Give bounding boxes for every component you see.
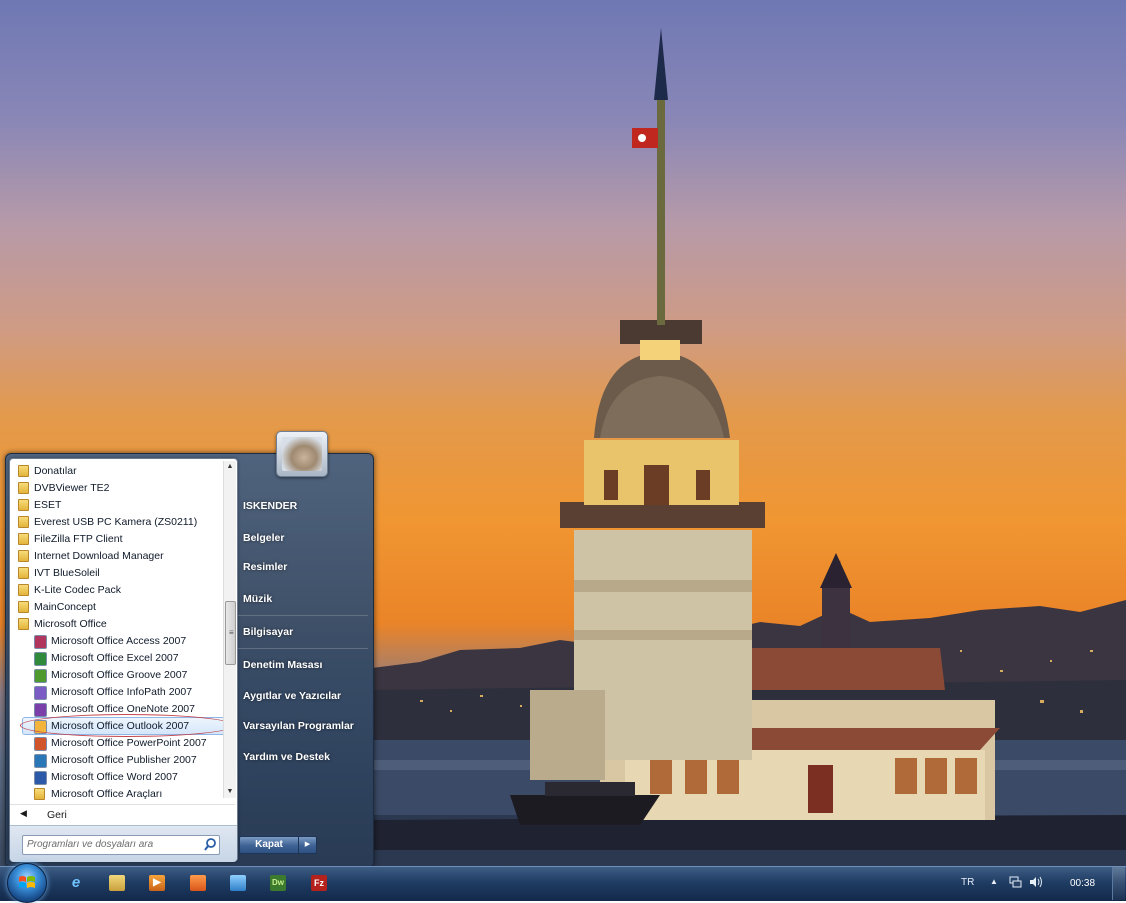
folder-icon: [34, 788, 45, 800]
powerpoint-icon: [34, 737, 47, 751]
right-item-computer[interactable]: Bilgisayar: [243, 621, 293, 643]
scroll-up-arrow-icon[interactable]: ▲: [224, 461, 236, 473]
right-item-user-folder[interactable]: ISKENDER: [243, 495, 297, 517]
kitten-avatar: [282, 437, 322, 471]
right-item-music[interactable]: Müzik: [243, 588, 272, 610]
folder-icon: [18, 499, 29, 511]
programs-scrollbar[interactable]: ▲ ≡ ▼: [223, 461, 236, 798]
right-item-control-panel[interactable]: Denetim Masası: [243, 654, 322, 676]
language-indicator[interactable]: TR: [961, 877, 974, 888]
folder-icon: [18, 584, 29, 596]
folder-icon: [18, 567, 29, 579]
groove-icon: [34, 669, 47, 683]
folder-icon: [18, 465, 29, 477]
folder-icon: [18, 601, 29, 613]
search-input[interactable]: [27, 837, 197, 852]
right-item-devices-printers[interactable]: Aygıtlar ve Yazıcılar: [243, 685, 341, 707]
back-button[interactable]: ◀ Geri: [10, 804, 235, 825]
internet-explorer-icon[interactable]: e: [68, 875, 84, 891]
network-icon[interactable]: [1009, 876, 1022, 888]
shutdown-button[interactable]: Kapat: [239, 836, 299, 854]
filezilla-icon[interactable]: Fz: [311, 875, 327, 891]
shutdown-options-arrow-icon[interactable]: ▶: [298, 836, 317, 854]
folder-icon: [18, 516, 29, 528]
program-item-outlook-2007[interactable]: Microsoft Office Outlook 2007: [22, 717, 223, 735]
search-box[interactable]: [22, 835, 220, 855]
all-programs-list: Donatılar DVBViewer TE2 ESET Everest USB…: [10, 461, 223, 801]
taskbar: e ▶ Dw Fz TR ▲ 00:38: [0, 863, 1126, 903]
folder-icon: [18, 533, 29, 545]
excel-icon: [34, 652, 47, 666]
search-area: [10, 825, 237, 862]
right-item-help-support[interactable]: Yardım ve Destek: [243, 746, 330, 768]
dreamweaver-icon[interactable]: Dw: [270, 875, 286, 891]
show-desktop-button[interactable]: [1112, 867, 1125, 900]
rss-app-icon[interactable]: [190, 875, 206, 891]
right-item-pictures[interactable]: Resimler: [243, 556, 287, 578]
start-button[interactable]: [7, 863, 47, 903]
windows-logo-icon: [19, 876, 35, 888]
separator: [238, 648, 368, 649]
show-hidden-icons-icon[interactable]: ▲: [990, 877, 998, 886]
word-icon: [34, 771, 47, 785]
volume-icon[interactable]: [1029, 875, 1043, 889]
folder-icon: [18, 550, 29, 562]
scrollbar-thumb[interactable]: ≡: [225, 601, 236, 665]
start-menu: Donatılar DVBViewer TE2 ESET Everest USB…: [5, 431, 374, 868]
user-account-picture[interactable]: [276, 431, 328, 477]
folder-icon: [18, 618, 29, 630]
windows-explorer-icon[interactable]: [109, 875, 125, 891]
outlook-icon: [34, 720, 47, 734]
clock[interactable]: 00:38: [1070, 878, 1095, 889]
publisher-icon: [34, 754, 47, 768]
onenote-icon: [34, 703, 47, 717]
scroll-down-arrow-icon[interactable]: ▼: [224, 786, 236, 798]
media-player-icon[interactable]: ▶: [149, 875, 165, 891]
folder-icon: [18, 482, 29, 494]
right-item-default-programs[interactable]: Varsayılan Programlar: [243, 715, 354, 737]
search-icon[interactable]: [202, 836, 218, 854]
start-menu-programs-pane: Donatılar DVBViewer TE2 ESET Everest USB…: [9, 458, 238, 862]
grip-icon: ≡: [229, 628, 234, 637]
separator: [238, 615, 368, 616]
right-item-documents[interactable]: Belgeler: [243, 527, 284, 549]
access-icon: [34, 635, 47, 649]
back-arrow-icon: ◀: [20, 808, 27, 818]
contacts-app-icon[interactable]: [230, 875, 246, 891]
infopath-icon: [34, 686, 47, 700]
